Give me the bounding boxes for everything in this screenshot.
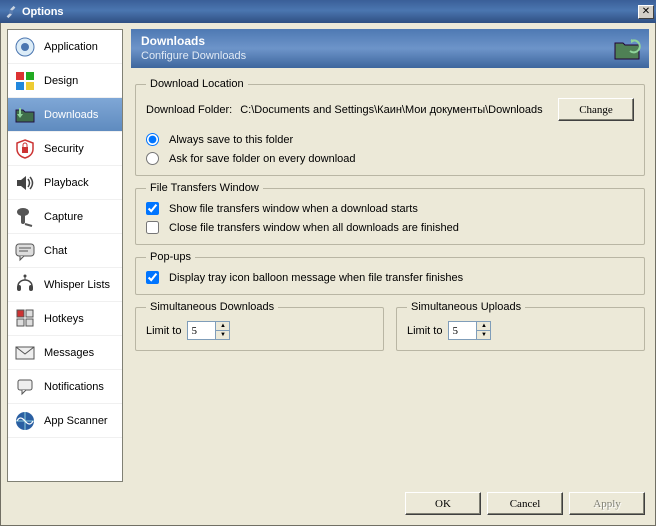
sidebar-item-label: App Scanner bbox=[44, 415, 108, 427]
group-legend: Pop-ups bbox=[146, 251, 195, 263]
ask-folder-radio[interactable] bbox=[146, 152, 159, 165]
sidebar-item-whisper-lists[interactable]: Whisper Lists bbox=[8, 268, 122, 302]
ask-folder-label: Ask for save folder on every download bbox=[169, 153, 356, 165]
close-transfers-label: Close file transfers window when all dow… bbox=[169, 222, 459, 234]
sidebar-item-security[interactable]: Security bbox=[8, 132, 122, 166]
close-transfers-checkbox[interactable] bbox=[146, 221, 159, 234]
panel-title: Downloads bbox=[141, 34, 639, 48]
download-location-group: Download Location Download Folder: C:\Do… bbox=[135, 78, 645, 176]
sidebar-item-notifications[interactable]: Notifications bbox=[8, 370, 122, 404]
popups-group: Pop-ups Display tray icon balloon messag… bbox=[135, 251, 645, 295]
sidebar-item-label: Hotkeys bbox=[44, 313, 84, 325]
sidebar-item-label: Downloads bbox=[44, 109, 98, 121]
group-legend: Download Location bbox=[146, 78, 248, 90]
sidebar-item-label: Application bbox=[44, 41, 98, 53]
sidebar-item-playback[interactable]: Playback bbox=[8, 166, 122, 200]
panel-header: Downloads Configure Downloads bbox=[131, 29, 649, 68]
sidebar-item-app-scanner[interactable]: App Scanner bbox=[8, 404, 122, 438]
appscanner-icon bbox=[14, 410, 36, 432]
sidebar-item-messages[interactable]: Messages bbox=[8, 336, 122, 370]
design-icon bbox=[14, 70, 36, 92]
sidebar-item-label: Whisper Lists bbox=[44, 279, 110, 291]
sidebar-item-chat[interactable]: Chat bbox=[8, 234, 122, 268]
sidebar-item-downloads[interactable]: Downloads bbox=[8, 98, 122, 132]
download-folder-label: Download Folder: bbox=[146, 104, 232, 116]
file-transfers-group: File Transfers Window Show file transfer… bbox=[135, 182, 645, 245]
apply-button[interactable]: Apply bbox=[569, 492, 645, 515]
window-title: Options bbox=[22, 6, 64, 18]
group-legend: Simultaneous Downloads bbox=[146, 301, 278, 313]
sidebar-item-design[interactable]: Design bbox=[8, 64, 122, 98]
sidebar-item-label: Messages bbox=[44, 347, 94, 359]
sim-downloads-input[interactable] bbox=[187, 321, 215, 340]
sim-downloads-limit-label: Limit to bbox=[146, 325, 181, 337]
sidebar-item-hotkeys[interactable]: Hotkeys bbox=[8, 302, 122, 336]
sidebar-item-label: Capture bbox=[44, 211, 83, 223]
downloads-header-icon bbox=[613, 35, 641, 63]
change-folder-button[interactable]: Change bbox=[558, 98, 634, 121]
title-bar: Options ✕ bbox=[0, 0, 656, 23]
ok-button[interactable]: OK bbox=[405, 492, 481, 515]
tray-balloon-label: Display tray icon balloon message when f… bbox=[169, 272, 463, 284]
playback-icon bbox=[14, 172, 36, 194]
sim-uploads-limit-label: Limit to bbox=[407, 325, 442, 337]
sidebar-item-label: Design bbox=[44, 75, 78, 87]
sim-uploads-group: Simultaneous Uploads Limit to ▲▼ bbox=[396, 301, 645, 351]
always-save-radio[interactable] bbox=[146, 133, 159, 146]
sidebar-item-application[interactable]: Application bbox=[8, 30, 122, 64]
downloads-icon bbox=[14, 104, 36, 126]
show-transfers-label: Show file transfers window when a downlo… bbox=[169, 203, 418, 215]
application-icon bbox=[14, 36, 36, 58]
whisper-icon bbox=[14, 274, 36, 296]
sidebar: Application Design Downl bbox=[7, 29, 123, 482]
sidebar-item-label: Security bbox=[44, 143, 84, 155]
dialog-button-row: OK Cancel Apply bbox=[7, 482, 649, 519]
tray-balloon-checkbox[interactable] bbox=[146, 271, 159, 284]
panel-subtitle: Configure Downloads bbox=[141, 50, 639, 62]
group-legend: File Transfers Window bbox=[146, 182, 263, 194]
sidebar-item-label: Chat bbox=[44, 245, 67, 257]
sidebar-item-label: Notifications bbox=[44, 381, 104, 393]
sim-uploads-stepper[interactable]: ▲▼ bbox=[476, 321, 491, 340]
group-legend: Simultaneous Uploads bbox=[407, 301, 525, 313]
security-icon bbox=[14, 138, 36, 160]
sim-downloads-stepper[interactable]: ▲▼ bbox=[215, 321, 230, 340]
tools-icon bbox=[4, 5, 18, 19]
cancel-button[interactable]: Cancel bbox=[487, 492, 563, 515]
hotkeys-icon bbox=[14, 308, 36, 330]
close-button[interactable]: ✕ bbox=[638, 5, 654, 19]
download-folder-path: C:\Documents and Settings\Каин\Мои докум… bbox=[240, 104, 554, 116]
chat-icon bbox=[14, 240, 36, 262]
sim-uploads-input[interactable] bbox=[448, 321, 476, 340]
sidebar-item-capture[interactable]: Capture bbox=[8, 200, 122, 234]
sidebar-item-label: Playback bbox=[44, 177, 89, 189]
capture-icon bbox=[14, 206, 36, 228]
notifications-icon bbox=[14, 376, 36, 398]
show-transfers-checkbox[interactable] bbox=[146, 202, 159, 215]
messages-icon bbox=[14, 342, 36, 364]
sim-downloads-group: Simultaneous Downloads Limit to ▲▼ bbox=[135, 301, 384, 351]
always-save-label: Always save to this folder bbox=[169, 134, 293, 146]
